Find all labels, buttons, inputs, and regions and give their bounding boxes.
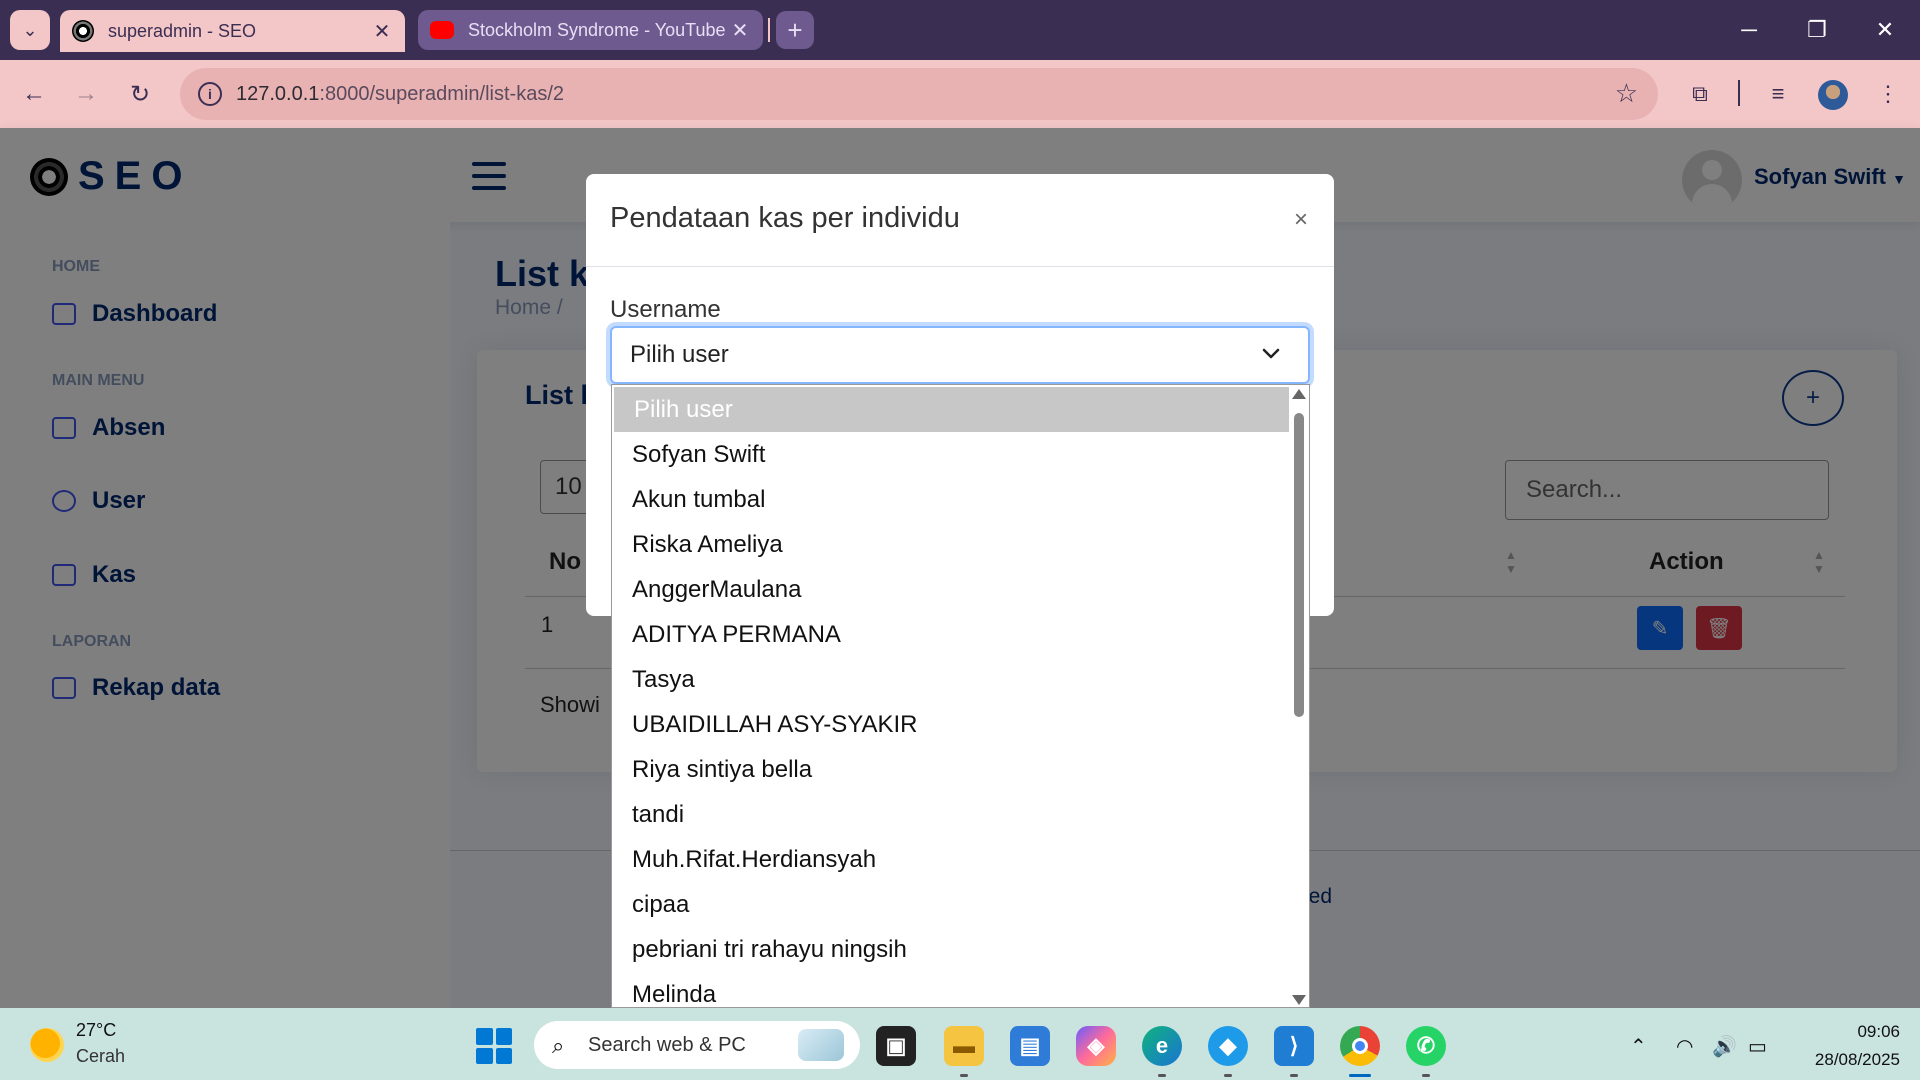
chrome-icon[interactable] <box>1340 1026 1380 1066</box>
show-hidden-icons-chevron-icon[interactable]: ⌃ <box>1630 1034 1647 1059</box>
weather-temperature[interactable]: 27°C <box>76 1020 116 1041</box>
clock-date[interactable]: 28/08/2025 <box>1790 1050 1900 1070</box>
reload-icon[interactable]: ↻ <box>122 76 158 112</box>
vscode-icon[interactable]: ⟩ <box>1274 1026 1314 1066</box>
youtube-icon <box>430 21 454 39</box>
modal-close-button[interactable]: × <box>1294 206 1308 234</box>
address-bar[interactable]: i 127.0.0.1:8000/superadmin/list-kas/2 ☆ <box>180 68 1658 120</box>
running-indicator <box>1422 1074 1430 1077</box>
windows-start-icon[interactable] <box>476 1028 512 1064</box>
site-favicon-icon <box>72 20 94 42</box>
browser-toolbar: ← → ↻ i 127.0.0.1:8000/superadmin/list-k… <box>0 60 1920 128</box>
close-tab-icon[interactable]: ✕ <box>729 18 751 43</box>
username-label: Username <box>610 296 721 323</box>
copilot-icon[interactable]: ◈ <box>1076 1026 1116 1066</box>
running-indicator <box>1224 1074 1232 1077</box>
scroll-up-arrow-icon[interactable] <box>1292 389 1306 399</box>
active-indicator <box>1349 1074 1371 1077</box>
tab-search-button[interactable]: ⌄ <box>10 10 50 50</box>
site-info-icon[interactable]: i <box>198 82 222 106</box>
browser-menu-icon[interactable]: ⋮ <box>1870 76 1906 112</box>
dropdown-option[interactable]: Riska Ameliya <box>612 522 1288 567</box>
running-indicator <box>1158 1074 1166 1077</box>
dropdown-option[interactable]: tandi <box>612 792 1288 837</box>
extensions-icon[interactable]: ⧉ <box>1682 76 1718 112</box>
scrollbar-thumb[interactable] <box>1294 413 1304 717</box>
url-host: 127.0.0.1 <box>236 82 320 105</box>
weather-sun-icon[interactable] <box>30 1028 64 1062</box>
dropdown-option[interactable]: Pilih user <box>614 387 1290 432</box>
dropdown-option[interactable]: ADITYA PERMANA <box>612 612 1288 657</box>
dropdown-option[interactable]: pebriani tri rahayu ningsih <box>612 927 1288 972</box>
media-control-icon[interactable]: ≡ <box>1760 76 1796 112</box>
taskbar-search-box[interactable]: ⌕ Search web & PC <box>534 1021 860 1069</box>
bookmark-star-icon[interactable]: ☆ <box>1615 78 1638 109</box>
search-icon: ⌕ <box>552 1033 565 1058</box>
dropdown-option[interactable]: UBAIDILLAH ASY-SYAKIR <box>612 702 1288 747</box>
close-window-button[interactable]: ✕ <box>1860 12 1910 48</box>
tab-youtube[interactable]: Stockholm Syndrome - YouTube ✕ <box>418 10 763 50</box>
username-select[interactable]: Pilih user <box>610 326 1310 384</box>
edge-icon[interactable]: e <box>1142 1026 1182 1066</box>
toolbar-separator <box>1738 80 1740 106</box>
volume-icon[interactable]: 🔊 <box>1712 1034 1737 1059</box>
browser-tab-strip: ⌄ superadmin - SEO ✕ Stockholm Syndrome … <box>0 0 1920 60</box>
new-tab-button[interactable]: + <box>776 11 814 49</box>
restore-button[interactable]: ❐ <box>1792 12 1842 48</box>
running-indicator <box>960 1074 968 1077</box>
clock-time[interactable]: 09:06 <box>1820 1022 1900 1042</box>
taskbar-search-placeholder: Search web & PC <box>588 1033 746 1056</box>
forward-icon[interactable]: → <box>68 76 104 112</box>
tab-title: Stockholm Syndrome - YouTube <box>468 19 726 40</box>
windows-taskbar: 27°C Cerah ⌕ Search web & PC ▣ ▬ ▤ ◈ e ◆… <box>0 1008 1920 1080</box>
dropdown-option[interactable]: Akun tumbal <box>612 477 1288 522</box>
whatsapp-icon[interactable]: ✆ <box>1406 1026 1446 1066</box>
tab-superadmin-seo[interactable]: superadmin - SEO ✕ <box>60 10 405 52</box>
dropdown-option[interactable]: Sofyan Swift <box>612 432 1288 477</box>
tab-divider <box>768 18 770 42</box>
dropdown-option[interactable]: Tasya <box>612 657 1288 702</box>
dropdown-option[interactable]: Melinda <box>612 972 1288 1008</box>
modal-header: Pendataan kas per individu × <box>586 174 1334 267</box>
running-indicator <box>1290 1074 1298 1077</box>
weather-description[interactable]: Cerah <box>76 1046 125 1067</box>
file-explorer-icon[interactable]: ▬ <box>944 1026 984 1066</box>
username-select-value: Pilih user <box>630 341 729 368</box>
task-view-icon[interactable]: ▣ <box>876 1026 916 1066</box>
dropdown-option[interactable]: cipaa <box>612 882 1288 927</box>
browser-profile-avatar[interactable] <box>1818 80 1848 110</box>
search-highlight-image <box>798 1029 844 1061</box>
back-icon[interactable]: ← <box>16 76 52 112</box>
tab-title: superadmin - SEO <box>108 20 257 41</box>
modal-title: Pendataan kas per individu <box>610 202 960 234</box>
minimize-button[interactable]: ─ <box>1724 12 1774 48</box>
username-dropdown-list: Pilih user Sofyan Swift Akun tumbal Risk… <box>611 384 1310 1008</box>
elephant-app-icon[interactable]: ◆ <box>1208 1026 1248 1066</box>
battery-icon[interactable]: ▭ <box>1748 1034 1767 1059</box>
dropdown-option[interactable]: Riya sintiya bella <box>612 747 1288 792</box>
wifi-icon[interactable]: ◠ <box>1676 1034 1693 1059</box>
dropdown-scrollbar[interactable] <box>1289 385 1309 1007</box>
control-panel-icon[interactable]: ▤ <box>1010 1026 1050 1066</box>
dropdown-option[interactable]: AnggerMaulana <box>612 567 1288 612</box>
close-tab-icon[interactable]: ✕ <box>371 19 393 44</box>
dropdown-option[interactable]: Muh.Rifat.Herdiansyah <box>612 837 1288 882</box>
scroll-down-arrow-icon[interactable] <box>1292 995 1306 1005</box>
chevron-down-icon <box>1262 348 1280 359</box>
url-path: :8000/superadmin/list-kas/2 <box>319 82 564 105</box>
